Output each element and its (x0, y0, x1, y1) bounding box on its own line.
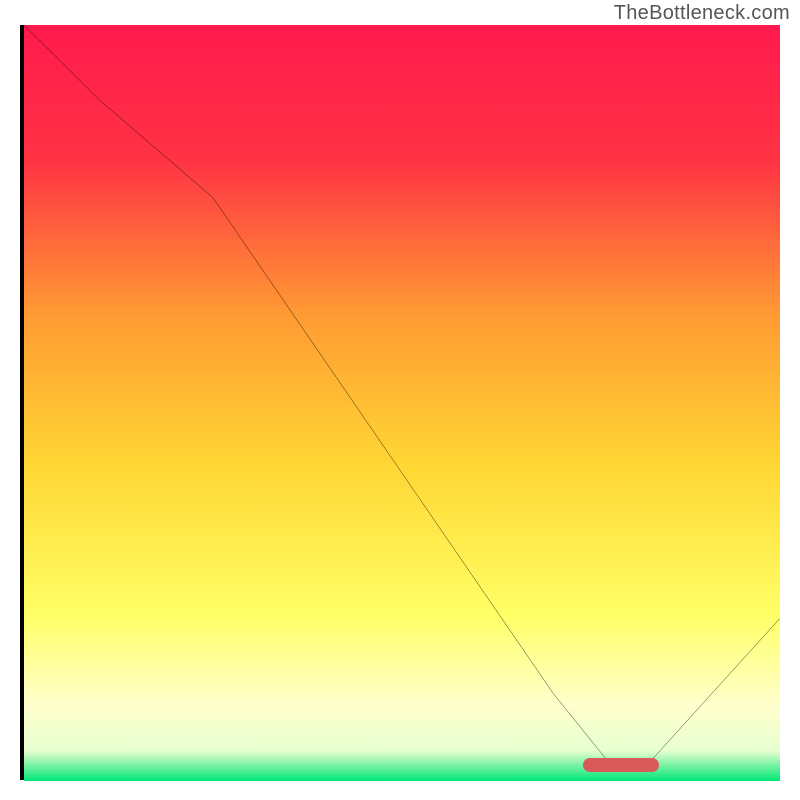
optimal-marker (583, 758, 659, 772)
chart-container: TheBottleneck.com (0, 0, 800, 800)
bottleneck-curve-path (24, 25, 780, 768)
watermark-label: TheBottleneck.com (614, 2, 790, 25)
curve-layer (24, 25, 780, 776)
plot-area (20, 25, 780, 780)
